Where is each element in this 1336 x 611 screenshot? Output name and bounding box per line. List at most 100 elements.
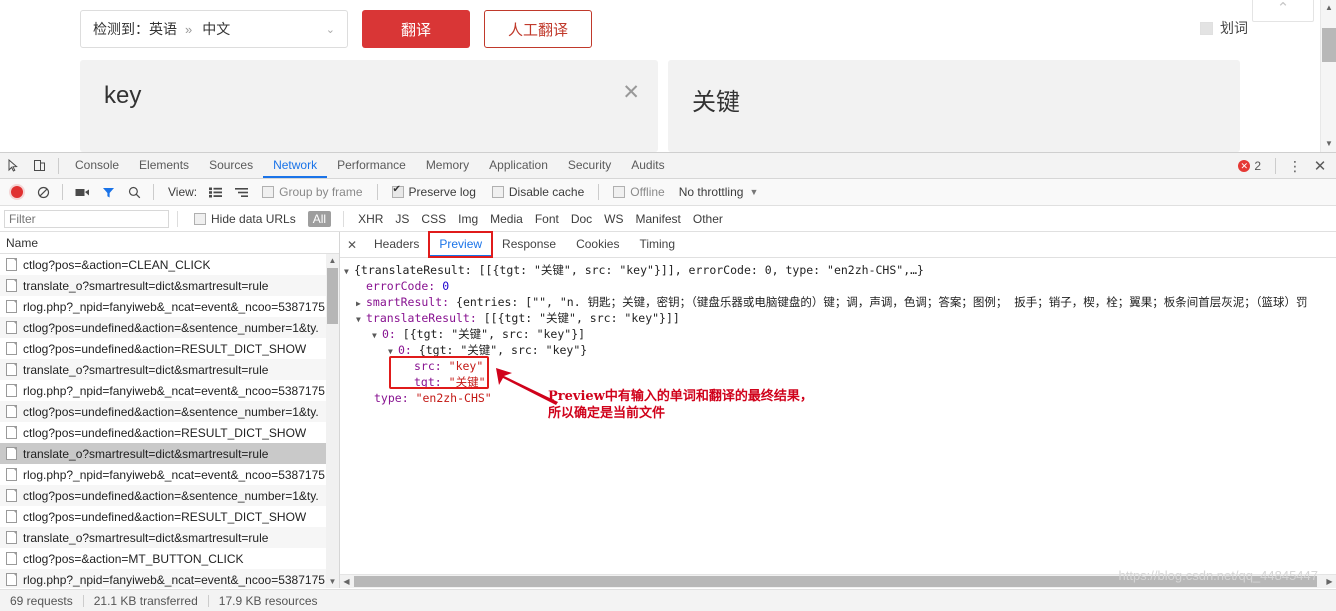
scroll-up-icon[interactable]: ▲ [326,254,339,267]
capture-screenshots-icon[interactable] [69,180,95,204]
scroll-right-icon[interactable]: ▶ [1323,575,1336,588]
detail-tab-preview[interactable]: Preview [428,231,494,258]
request-row[interactable]: ctlog?pos=&action=CLEAN_CLICK [0,254,339,275]
close-detail-icon[interactable]: ✕ [340,238,364,252]
preview-horizontal-scrollbar[interactable]: ◀ ▶ [340,574,1336,588]
request-row[interactable]: translate_o?smartresult=dict&smartresult… [0,359,339,380]
request-row[interactable]: ctlog?pos=undefined&action=&sentence_num… [0,485,339,506]
page-scroll-thumb[interactable] [1322,28,1336,62]
devtools-tab-security[interactable]: Security [558,153,621,178]
request-row[interactable]: rlog.php?_npid=fanyiweb&_ncat=event&_nco… [0,380,339,401]
search-icon[interactable] [121,180,147,204]
request-list-scrollbar[interactable]: ▲ ▼ [326,254,339,588]
devtools-tab-performance[interactable]: Performance [327,153,416,178]
request-scroll-thumb[interactable] [327,268,338,324]
inspect-element-icon[interactable] [0,154,26,178]
filter-icon[interactable] [95,180,121,204]
filter-type-xhr[interactable]: XHR [352,212,389,226]
disclosure-triangle-icon[interactable] [372,328,382,344]
request-row[interactable]: rlog.php?_npid=fanyiweb&_ncat=event&_nco… [0,296,339,317]
devtools-tab-audits[interactable]: Audits [621,153,674,178]
disclosure-triangle-icon[interactable] [344,264,354,280]
disclosure-triangle-icon[interactable] [356,312,366,328]
json-line-smartresult[interactable]: smartResult: {entries: ["", "n. 钥匙；关键，密钥… [342,294,1336,310]
request-name: ctlog?pos=undefined&action=&sentence_num… [23,488,319,503]
throttling-select[interactable]: No throttling [673,185,750,199]
error-badge[interactable]: ✕ 2 [1238,159,1267,173]
offline-checkbox[interactable]: Offline [605,185,672,199]
filter-type-manifest[interactable]: Manifest [630,212,687,226]
page-scrollbar[interactable]: ▲ ▼ [1320,0,1336,152]
detail-tab-timing[interactable]: Timing [629,232,685,257]
filter-type-ws[interactable]: WS [598,212,629,226]
human-translate-button[interactable]: 人工翻译 [484,10,592,48]
request-row[interactable]: rlog.php?_npid=fanyiweb&_ncat=event&_nco… [0,464,339,485]
status-transferred: 21.1 KB transferred [93,593,198,608]
request-row[interactable]: ctlog?pos=undefined&action=RESULT_DICT_S… [0,506,339,527]
list-view-icon[interactable] [202,180,228,204]
json-line-index0[interactable]: 0: [{tgt: "关键", src: "key"}] [342,326,1336,342]
json-line-root[interactable]: {translateResult: [[{tgt: "关键", src: "ke… [342,262,1336,278]
request-row[interactable]: ctlog?pos=undefined&action=RESULT_DICT_S… [0,422,339,443]
clear-button[interactable] [30,180,56,204]
disable-cache-checkbox[interactable]: Disable cache [484,185,592,199]
preserve-log-checkbox[interactable]: Preserve log [384,184,484,199]
filter-type-font[interactable]: Font [529,212,565,226]
collapse-panel-button[interactable]: ⌃ [1252,0,1314,22]
devtools-tab-application[interactable]: Application [479,153,558,178]
scroll-up-icon[interactable]: ▲ [1321,0,1336,16]
device-toolbar-icon[interactable] [26,154,52,178]
request-detail-tabs: ✕ Headers Preview Response Cookies Timin… [340,231,1336,258]
disclosure-triangle-icon[interactable] [388,344,398,360]
annotation-line1: Preview中有输入的单词和翻译的最终结果， [548,389,813,404]
more-options-icon[interactable]: ⋮ [1284,158,1306,175]
filter-type-img[interactable]: Img [452,212,484,226]
json-value-src: "key" [448,359,484,373]
detail-tab-cookies[interactable]: Cookies [566,232,629,257]
request-row[interactable]: translate_o?smartresult=dict&smartresult… [0,443,339,464]
record-button[interactable] [4,180,30,204]
detail-tab-response[interactable]: Response [492,232,566,257]
devtools-tab-console[interactable]: Console [65,153,129,178]
json-line-index00[interactable]: 0: {tgt: "关键", src: "key"} [342,342,1336,358]
scroll-down-icon[interactable]: ▼ [326,575,339,588]
close-devtools-icon[interactable]: ✕ [1308,157,1332,175]
filter-type-doc[interactable]: Doc [565,212,598,226]
request-row[interactable]: ctlog?pos=undefined&action=&sentence_num… [0,317,339,338]
hide-data-urls-checkbox[interactable]: Hide data URLs [186,212,304,226]
request-list[interactable]: ctlog?pos=&action=CLEAN_CLICK translate_o… [0,254,339,588]
request-row[interactable]: translate_o?smartresult=dict&smartresult… [0,275,339,296]
huaci-checkbox[interactable] [1200,21,1213,35]
filter-type-js[interactable]: JS [389,212,415,226]
document-icon [6,384,17,397]
group-by-frame-checkbox[interactable]: Group by frame [254,185,370,199]
translate-button[interactable]: 翻译 [362,10,470,48]
filter-type-media[interactable]: Media [484,212,529,226]
chevron-down-icon[interactable]: ▼ [749,187,764,197]
hscroll-thumb[interactable] [354,576,1317,587]
scroll-down-icon[interactable]: ▼ [1321,136,1336,152]
devtools-tab-memory[interactable]: Memory [416,153,479,178]
request-row[interactable]: ctlog?pos=&action=MT_BUTTON_CLICK [0,548,339,569]
devtools-tab-elements[interactable]: Elements [129,153,199,178]
huaci-toggle[interactable]: 划词 [1200,18,1248,38]
clear-icon[interactable]: ✕ [622,80,640,105]
language-select[interactable]: 检测到：英语 » 中文 ⌄ [80,10,348,48]
filter-input[interactable] [4,209,169,228]
filter-type-all[interactable]: All [307,210,332,227]
json-line-translateresult[interactable]: translateResult: [[{tgt: "关键", src: "key… [342,310,1336,326]
request-row[interactable]: ctlog?pos=undefined&action=&sentence_num… [0,401,339,422]
detail-tab-headers[interactable]: Headers [364,232,429,257]
filter-type-other[interactable]: Other [687,212,729,226]
waterfall-view-icon[interactable] [228,180,254,204]
request-row[interactable]: rlog.php?_npid=fanyiweb&_ncat=event&_nco… [0,569,339,588]
request-row[interactable]: ctlog?pos=undefined&action=RESULT_DICT_S… [0,338,339,359]
document-icon [6,489,17,502]
scroll-left-icon[interactable]: ◀ [340,575,353,588]
preview-json-view[interactable]: {translateResult: [[{tgt: "关键", src: "ke… [340,258,1336,588]
filter-type-css[interactable]: CSS [415,212,452,226]
devtools-tab-network[interactable]: Network [263,153,327,178]
source-textarea[interactable]: key ✕ [80,60,658,152]
devtools-tab-sources[interactable]: Sources [199,153,263,178]
request-row[interactable]: translate_o?smartresult=dict&smartresult… [0,527,339,548]
